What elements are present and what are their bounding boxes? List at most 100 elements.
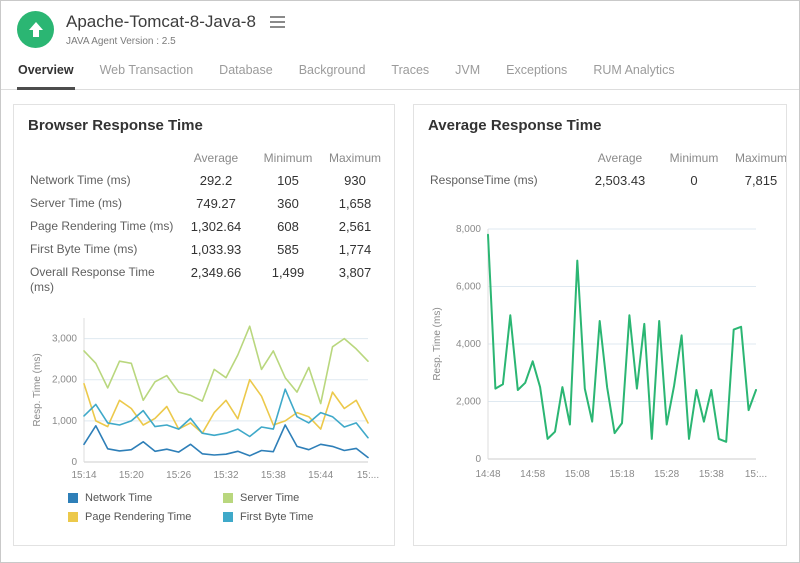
x-tick-label: 15:14 — [71, 470, 96, 481]
x-tick-label: 15:32 — [213, 470, 238, 481]
metric-value: 1,658 — [320, 193, 390, 214]
tab-bar: Overview Web Transaction Database Backgroun… — [1, 54, 799, 90]
header-text: Apache-Tomcat-8-Java-8 JAVA Agent Versio… — [66, 11, 287, 47]
column-header: Minimum — [256, 148, 320, 168]
tab-exceptions[interactable]: Exceptions — [505, 54, 568, 90]
browser-metrics-table: AverageMinimumMaximum Network Time (ms)29… — [28, 148, 394, 298]
agent-version-label: JAVA Agent Version : 2.5 — [66, 36, 287, 47]
y-tick-label: 1,000 — [52, 416, 77, 427]
average-panel-title: Average Response Time — [428, 117, 786, 134]
tab-rum-analytics[interactable]: RUM Analytics — [592, 54, 675, 90]
content-area: Browser Response Time AverageMinimumMaxi… — [1, 90, 799, 562]
metric-value: 1,499 — [256, 262, 320, 298]
column-header: Maximum — [320, 148, 390, 168]
metric-value: 1,302.64 — [176, 216, 256, 237]
browser-response-panel: Browser Response Time AverageMinimumMaxi… — [13, 104, 395, 546]
table-corner-cell — [28, 148, 176, 168]
x-tick-label: 15:44 — [308, 470, 333, 481]
metric-value: 105 — [256, 170, 320, 191]
page-title: Apache-Tomcat-8-Java-8 — [66, 12, 256, 32]
metric-value: 930 — [320, 170, 390, 191]
series-line-network-time — [84, 425, 368, 458]
average-metrics-table: AverageMinimumMaximum ResponseTime (ms)2,… — [428, 148, 786, 191]
metric-value: 585 — [256, 239, 320, 260]
y-tick-label: 6,000 — [456, 282, 481, 293]
column-header: Minimum — [662, 148, 726, 168]
x-tick-label: 15:38 — [261, 470, 286, 481]
metric-value: 1,033.93 — [176, 239, 256, 260]
x-tick-label: 14:58 — [520, 469, 545, 480]
series-line-first-byte-time — [84, 389, 368, 438]
legend-label: Network Time — [85, 492, 152, 504]
tab-jvm[interactable]: JVM — [454, 54, 481, 90]
column-header: Average — [578, 148, 662, 168]
metric-value: 1,774 — [320, 239, 390, 260]
metric-value: 2,503.43 — [578, 170, 662, 191]
legend-label: Page Rendering Time — [85, 511, 191, 523]
row-label: Server Time (ms) — [28, 193, 176, 214]
row-label: Page Rendering Time (ms) — [28, 216, 176, 237]
y-tick-label: 0 — [475, 454, 481, 465]
header: Apache-Tomcat-8-Java-8 JAVA Agent Versio… — [1, 1, 799, 54]
browser-chart-wrap: 0 1,000 2,000 3,000 15:14 15:20 15:26 15:32 15:3… — [28, 306, 394, 484]
metric-value: 3,807 — [320, 262, 390, 298]
metric-value: 7,815 — [726, 170, 787, 191]
metric-value: 0 — [662, 170, 726, 191]
tab-web-transaction[interactable]: Web Transaction — [99, 54, 195, 90]
x-tick-label: 15:28 — [654, 469, 679, 480]
status-up-icon[interactable] — [17, 11, 54, 48]
column-header: Maximum — [726, 148, 787, 168]
table-corner-cell — [428, 148, 578, 168]
x-tick-label: 14:48 — [475, 469, 500, 480]
x-tick-label: 15:26 — [166, 470, 191, 481]
average-response-panel: Average Response Time AverageMinimumMaxi… — [413, 104, 787, 546]
average-response-chart: 0 2,000 4,000 6,000 8,000 14:48 14:58 15:08 15:1… — [428, 215, 770, 483]
y-axis-label: Resp. Time (ms) — [432, 307, 443, 380]
legend-item-first-byte-time[interactable]: First Byte Time — [223, 511, 378, 523]
metric-value: 360 — [256, 193, 320, 214]
y-tick-label: 8,000 — [456, 224, 481, 235]
browser-panel-title: Browser Response Time — [28, 117, 394, 134]
y-tick-label: 4,000 — [456, 339, 481, 350]
x-tick-label: 15:18 — [609, 469, 634, 480]
series-line-page-rendering-time — [84, 380, 368, 434]
column-header: Average — [176, 148, 256, 168]
y-axis-label: Resp. Time (ms) — [32, 353, 43, 426]
y-tick-label: 0 — [71, 457, 77, 468]
metric-value: 2,561 — [320, 216, 390, 237]
row-label: ResponseTime (ms) — [428, 170, 578, 191]
x-tick-label: 15:08 — [565, 469, 590, 480]
y-tick-label: 3,000 — [52, 334, 77, 345]
legend-item-page-rendering-time[interactable]: Page Rendering Time — [68, 511, 223, 523]
tab-database[interactable]: Database — [218, 54, 274, 90]
legend-swatch — [68, 512, 78, 522]
tab-traces[interactable]: Traces — [390, 54, 430, 90]
legend-label: First Byte Time — [240, 511, 313, 523]
x-tick-label: 15:38 — [699, 469, 724, 480]
legend-item-server-time[interactable]: Server Time — [223, 492, 378, 504]
app-window: Apache-Tomcat-8-Java-8 JAVA Agent Versio… — [0, 0, 800, 563]
series-line-server-time — [84, 326, 368, 403]
series-line-responsetime — [488, 235, 756, 442]
tab-background[interactable]: Background — [298, 54, 367, 90]
x-tick-label: 15:... — [357, 470, 379, 481]
metric-value: 292.2 — [176, 170, 256, 191]
x-tick-label: 15:20 — [119, 470, 144, 481]
tab-overview[interactable]: Overview — [17, 54, 75, 90]
legend-item-network-time[interactable]: Network Time — [68, 492, 223, 504]
metric-value: 2,349.66 — [176, 262, 256, 298]
average-chart-wrap: 0 2,000 4,000 6,000 8,000 14:48 14:58 15:08 15:1… — [428, 215, 786, 483]
legend-swatch — [68, 493, 78, 503]
hamburger-menu-icon[interactable] — [268, 14, 287, 30]
browser-chart-legend: Network Time Server Time Page Rendering Ti… — [68, 492, 394, 523]
y-tick-label: 2,000 — [52, 375, 77, 386]
metric-value: 749.27 — [176, 193, 256, 214]
x-tick-label: 15:... — [745, 469, 767, 480]
metric-value: 608 — [256, 216, 320, 237]
y-tick-label: 2,000 — [456, 397, 481, 408]
legend-label: Server Time — [240, 492, 299, 504]
browser-response-chart: 0 1,000 2,000 3,000 15:14 15:20 15:26 15:32 15:3… — [28, 306, 380, 484]
row-label: Network Time (ms) — [28, 170, 176, 191]
row-label: First Byte Time (ms) — [28, 239, 176, 260]
legend-swatch — [223, 493, 233, 503]
